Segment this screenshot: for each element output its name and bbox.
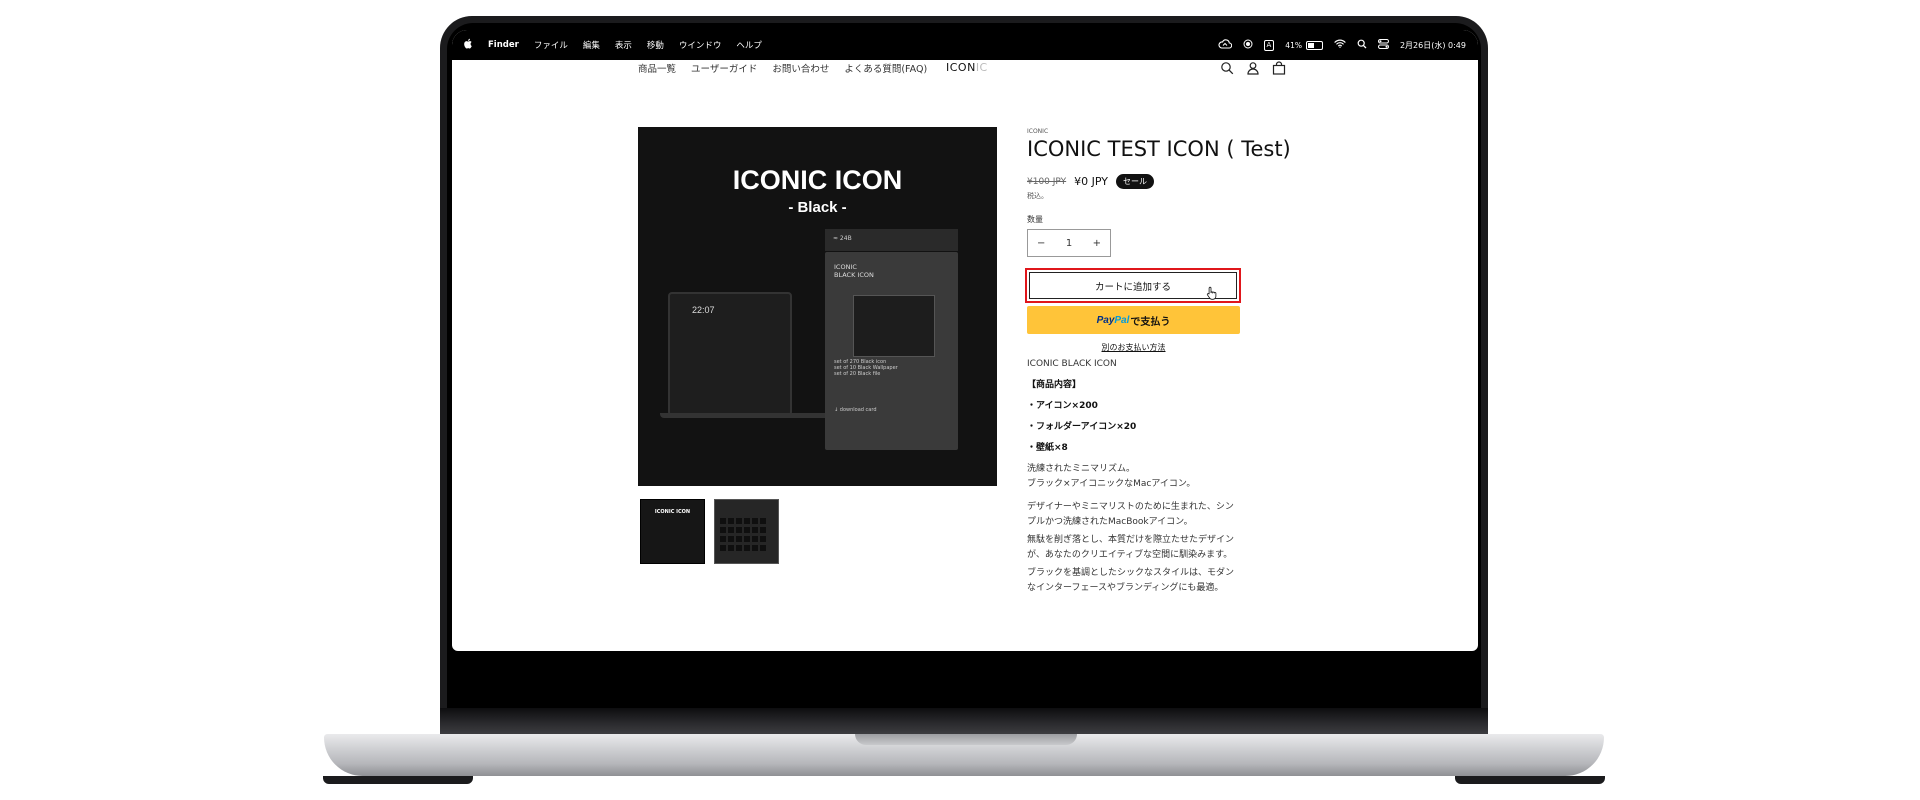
quantity-value[interactable]: 1 [1066, 238, 1072, 249]
camera-notch [900, 30, 1028, 48]
battery-status[interactable]: 41% [1285, 40, 1323, 50]
header-actions [1220, 60, 1286, 75]
control-center-icon[interactable] [1377, 38, 1389, 52]
image-laptop-mockup [668, 292, 792, 416]
menu-view[interactable]: 表示 [615, 39, 632, 51]
store-logo-dim: IC [975, 61, 988, 74]
nav-contact[interactable]: お問い合わせ [772, 61, 829, 75]
image-laptop-time: 22:07 [692, 305, 715, 315]
image-card-lines: set of 270 Black icon set of 10 Black Wa… [834, 359, 898, 413]
nav-faq[interactable]: よくある質問(FAQ) [844, 61, 927, 75]
quantity-stepper: − 1 + [1027, 229, 1111, 257]
menu-finder[interactable]: Finder [488, 40, 519, 50]
regular-price: ¥100 JPY [1027, 176, 1067, 187]
paypal-logo-pal: Pal [1114, 314, 1130, 326]
search-icon[interactable] [1220, 60, 1234, 75]
description-item-folders: ・フォルダーアイコン×20 [1027, 422, 1137, 432]
apple-menu-icon[interactable] [464, 38, 473, 52]
paypal-logo: PayPal [1097, 315, 1130, 326]
laptop-foot-right [1455, 776, 1605, 784]
record-icon[interactable] [1243, 39, 1253, 52]
menu-window[interactable]: ウインドウ [679, 39, 722, 51]
description-contents-title: 【商品内容】 [1027, 380, 1082, 390]
image-card-mac [853, 295, 935, 357]
store-nav: 商品一覧 ユーザーガイド お問い合わせ よくある質問(FAQ) [638, 61, 927, 75]
laptop-base-notch [855, 734, 1077, 745]
nav-user-guide[interactable]: ユーザーガイド [691, 61, 757, 75]
product-main-image[interactable]: ICONIC ICON - Black - 22:07 ≈ 24B ICONIC… [638, 127, 997, 486]
account-icon[interactable] [1246, 60, 1260, 75]
cart-bag-icon[interactable] [1272, 60, 1286, 75]
image-card-tab: ≈ 24B [825, 229, 958, 251]
description-body-1: デザイナーやミニマリストのために生まれた、シンプルかつ洗練されたMacBookア… [1027, 502, 1234, 527]
store-logo-main: ICON [946, 61, 976, 74]
paypal-label: で支払う [1130, 316, 1171, 328]
description-body-2: 無駄を削ぎ落とし、本質だけを際立たせたデザインが、あなたのクリエイティブな空間に… [1027, 535, 1235, 560]
price-row: ¥100 JPY ¥0 JPY セール [1027, 174, 1155, 189]
description-tagline-2: ブラック×アイコニックなMacアイコン。 [1027, 479, 1196, 489]
menu-bar: Finder ファイル 編集 表示 移動 ウインドウ ヘルプ A 41% 2月2… [452, 30, 1478, 60]
description-body-3: ブラックを基調としたシックなスタイルは、モダンなインターフェースやブランディング… [1027, 568, 1235, 593]
sale-badge: セール [1116, 174, 1155, 189]
image-title: ICONIC ICON [732, 165, 903, 195]
paypal-button[interactable]: PayPal で支払う [1027, 306, 1240, 334]
cloud-sync-icon[interactable] [1217, 38, 1232, 52]
image-card-title: ICONIC BLACK ICON [834, 263, 874, 279]
quantity-label: 数量 [1027, 215, 1043, 224]
input-source-icon[interactable]: A [1263, 39, 1275, 51]
quantity-increase-button[interactable]: + [1093, 238, 1101, 249]
hand-cursor-icon [1206, 286, 1217, 300]
image-subtitle: - Black - [788, 199, 847, 216]
description-heading: ICONIC BLACK ICON [1027, 359, 1117, 369]
tax-note: 税込。 [1027, 192, 1048, 200]
thumbnail-1-title: ICONIC ICON [654, 509, 691, 515]
menu-file[interactable]: ファイル [534, 39, 568, 51]
menu-edit[interactable]: 編集 [583, 39, 600, 51]
store-logo[interactable]: ICONIC [946, 61, 988, 74]
description-item-icons: ・アイコン×200 [1027, 401, 1098, 411]
menubar-clock[interactable]: 2月26日(水) 0:49 [1400, 40, 1466, 51]
laptop-hinge [440, 708, 1488, 734]
image-card-tab-label: ≈ 24B [833, 235, 852, 242]
menu-help[interactable]: ヘルプ [736, 39, 762, 51]
other-payment-link[interactable]: 別のお支払い方法 [1027, 342, 1240, 353]
spotlight-search-icon[interactable] [1357, 39, 1367, 52]
icon-grid-preview [720, 518, 766, 551]
description-tagline-1: 洗練されたミニマリズム。 [1027, 464, 1136, 474]
nav-product-list[interactable]: 商品一覧 [638, 61, 676, 75]
product-thumbnail-2[interactable] [714, 499, 779, 564]
product-title: ICONIC TEST ICON ( Test) [1027, 137, 1291, 161]
paypal-logo-pay: Pay [1096, 314, 1115, 326]
product-vendor: ICONIC [1027, 128, 1049, 135]
laptop-foot-left [323, 776, 473, 784]
sale-price: ¥0 JPY [1074, 175, 1109, 188]
laptop-screen: Finder ファイル 編集 表示 移動 ウインドウ ヘルプ A 41% 2月2… [452, 30, 1478, 651]
quantity-decrease-button[interactable]: − [1037, 238, 1045, 249]
menu-go[interactable]: 移動 [647, 39, 664, 51]
battery-icon [1305, 40, 1323, 50]
battery-percent: 41% [1285, 40, 1302, 50]
wifi-icon[interactable] [1334, 39, 1346, 51]
image-laptop-base [660, 413, 850, 418]
product-thumbnail-1[interactable]: ICONIC ICON [640, 499, 705, 564]
description-item-wallpapers: ・壁紙×8 [1027, 443, 1068, 453]
screen-bottom-bezel [452, 651, 1478, 711]
